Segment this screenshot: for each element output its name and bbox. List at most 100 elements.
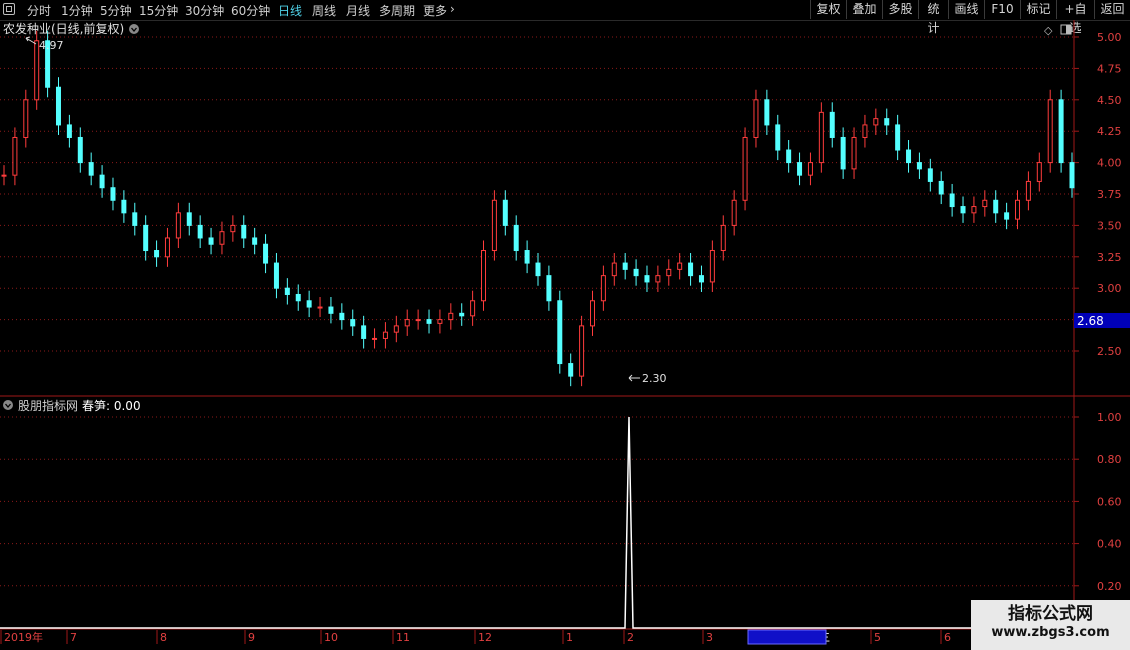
candle-body [786,149,792,164]
candle-body [241,224,247,239]
candle-body [568,363,574,377]
candle-body [971,206,977,214]
candle-body [688,262,694,277]
watermark-title: 指标公式网 [1008,604,1093,624]
draw-line-button[interactable]: 画线 [948,0,984,19]
high-marker: 4.97 [25,36,64,52]
candle-body [1025,180,1031,201]
candle-body [437,319,443,324]
statistics-button[interactable]: 统计 [918,0,948,35]
period-tab-daily[interactable]: 日线 [278,2,302,19]
low-marker-label: 2.30 [642,372,667,385]
restore-rights-button[interactable]: 复权 [810,0,846,19]
y-tick-label-8: 3.00 [1097,282,1122,295]
period-tab-more[interactable]: 更多 [423,2,447,19]
candle-body [415,319,421,322]
candle-body [916,162,922,170]
multi-stock-button[interactable]: 多股 [882,0,918,19]
x-tick-label-9: 3 [706,631,713,644]
back-button[interactable]: 返回 [1094,0,1130,19]
candle-body [579,325,585,377]
low-marker: 2.30 [628,372,667,385]
candle-body [470,300,476,317]
candle-body [993,199,999,214]
mark-button[interactable]: 标记 [1020,0,1056,19]
diamond-icon[interactable]: ◇ [1044,24,1053,37]
candle-body [12,136,18,176]
candle-body [1036,162,1042,182]
period-tab-60min[interactable]: 60分钟 [231,2,270,19]
stock-chart[interactable]: 5.004.754.504.254.003.753.503.253.002.75… [0,20,1130,650]
overlay-button[interactable]: 叠加 [846,0,882,19]
candle-body [339,312,345,321]
candle-body [393,325,399,333]
period-tab-5min[interactable]: 5分钟 [100,2,132,19]
candle-body [99,174,105,189]
candle-body [557,300,563,365]
period-tab-monthly[interactable]: 月线 [346,2,370,19]
candle-body [797,162,803,176]
x-tick-label-0: 2019年 [4,630,43,644]
indicator-dropdown-icon[interactable] [3,400,13,410]
more-chevron-icon[interactable]: › [450,2,455,16]
candle-body [1,174,7,177]
candle-body [1058,99,1064,164]
indicator-y-axis: 1.00 0.80 0.60 0.40 0.20 [1074,411,1122,593]
main-grid [0,36,1074,352]
candle-body [306,300,312,308]
period-tab-weekly[interactable]: 周线 [312,2,336,19]
candle-body [404,319,410,327]
candle-body [764,99,770,126]
period-tab-multi[interactable]: 多周期 [379,2,415,19]
candle-body [481,250,487,302]
candle-body [186,212,192,226]
candle-body [524,250,530,264]
candle-body [143,224,149,252]
candle-body [677,262,683,270]
y-tick-label-0: 5.00 [1097,31,1122,44]
candle-body [589,300,595,327]
current-price-label: 2.68 [1077,314,1104,328]
candle-body [219,231,225,245]
candle-body [459,312,465,317]
f10-button[interactable]: F10 [984,0,1020,19]
candle-body [840,136,846,170]
y-tick-label-10: 2.50 [1097,345,1122,358]
candle-body [753,99,759,138]
indicator-series-label: 春笋: 0.00 [82,398,141,413]
candle-body [535,262,541,277]
candle-body [851,136,857,170]
x-tick-label-12: 6 [944,631,951,644]
candle-body [982,199,988,208]
candle-body [949,193,955,208]
candle-body [284,287,290,295]
candle-body [197,224,203,239]
candle-body [742,136,748,201]
x-tick-label-8: 2 [627,631,634,644]
period-tab-fenshi[interactable]: 分时 [27,2,51,19]
y-tick-label-6: 3.50 [1097,219,1122,232]
candle-body [426,319,432,324]
high-marker-label: 4.97 [39,39,64,52]
period-tab-15min[interactable]: 15分钟 [139,2,178,19]
main-panel-title: 农发种业(日线,前复权) [3,21,124,36]
candle-body [1047,99,1053,164]
candle-body [546,275,552,302]
candle-body [698,275,704,283]
candle-body [350,319,356,327]
period-tab-30min[interactable]: 30分钟 [185,2,224,19]
watermark-logo: 指标公式网 www.zbgs3.com [971,600,1130,650]
watermark-url: www.zbgs3.com [991,625,1110,640]
title-dropdown-icon[interactable] [129,24,139,34]
period-tab-1min[interactable]: 1分钟 [61,2,93,19]
candle-body [1069,162,1075,189]
candle-body [66,124,72,138]
candle-body [862,124,868,138]
add-watchlist-button[interactable]: +自选 [1056,0,1094,35]
candle-body [720,224,726,252]
candle-body [164,237,170,258]
x-tick-label-4: 10 [324,631,338,644]
candle-body [295,293,301,302]
candle-body [110,187,116,201]
grid-menu-icon[interactable] [3,3,15,15]
